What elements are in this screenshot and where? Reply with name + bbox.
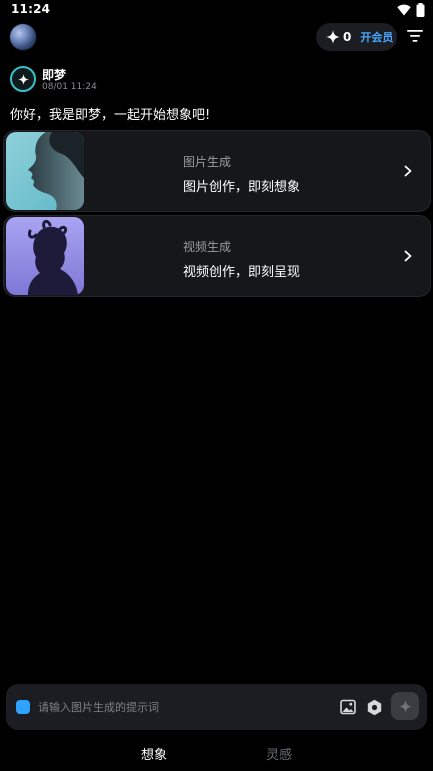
credits-vip-button[interactable]: 0 开会员 xyxy=(316,23,397,51)
video-generation-thumbnail xyxy=(6,217,84,295)
card-title: 视频生成 xyxy=(183,240,232,254)
tab-imagine[interactable]: 想象 xyxy=(141,744,167,763)
hexagon-settings-icon[interactable] xyxy=(366,699,383,716)
card-subtitle: 图片创作，即刻想象 xyxy=(183,180,301,195)
prompt-bar xyxy=(6,684,427,730)
bot-avatar xyxy=(10,66,36,92)
sparkle-icon xyxy=(326,30,340,44)
tab-inspiration[interactable]: 灵感 xyxy=(266,744,292,763)
video-generation-card[interactable]: 视频生成 视频创作，即刻呈现 xyxy=(3,215,431,297)
sparkle-icon xyxy=(17,73,29,85)
image-icon[interactable] xyxy=(340,699,356,715)
prompt-input[interactable] xyxy=(38,696,298,718)
filter-icon[interactable] xyxy=(407,29,423,43)
image-generation-card[interactable]: 图片生成 图片创作，即刻想象 xyxy=(3,130,431,212)
message-timestamp: 08/01 11:24 xyxy=(42,82,97,92)
status-bar: 11:24 xyxy=(0,0,433,22)
bot-name: 即梦 xyxy=(42,68,67,82)
credits-count: 0 xyxy=(343,30,352,44)
chevron-right-icon xyxy=(404,165,412,177)
status-icons xyxy=(397,3,425,17)
vip-label: 开会员 xyxy=(360,31,394,44)
wifi-icon xyxy=(397,4,411,16)
sparkle-icon xyxy=(398,699,412,713)
user-avatar[interactable] xyxy=(10,24,36,50)
card-title: 图片生成 xyxy=(183,155,232,169)
image-generation-thumbnail xyxy=(6,132,84,210)
mode-toggle[interactable] xyxy=(16,700,30,714)
battery-icon xyxy=(416,3,425,17)
greeting-message: 你好，我是即梦，一起开始想象吧! xyxy=(10,108,211,123)
app-screen: 11:24 0 开会员 即梦 08/01 11:24 你好，我是即梦，一起开始想… xyxy=(0,0,433,771)
status-time: 11:24 xyxy=(11,2,51,16)
card-subtitle: 视频创作，即刻呈现 xyxy=(183,265,301,280)
chevron-right-icon xyxy=(404,250,412,262)
send-button[interactable] xyxy=(391,692,419,720)
